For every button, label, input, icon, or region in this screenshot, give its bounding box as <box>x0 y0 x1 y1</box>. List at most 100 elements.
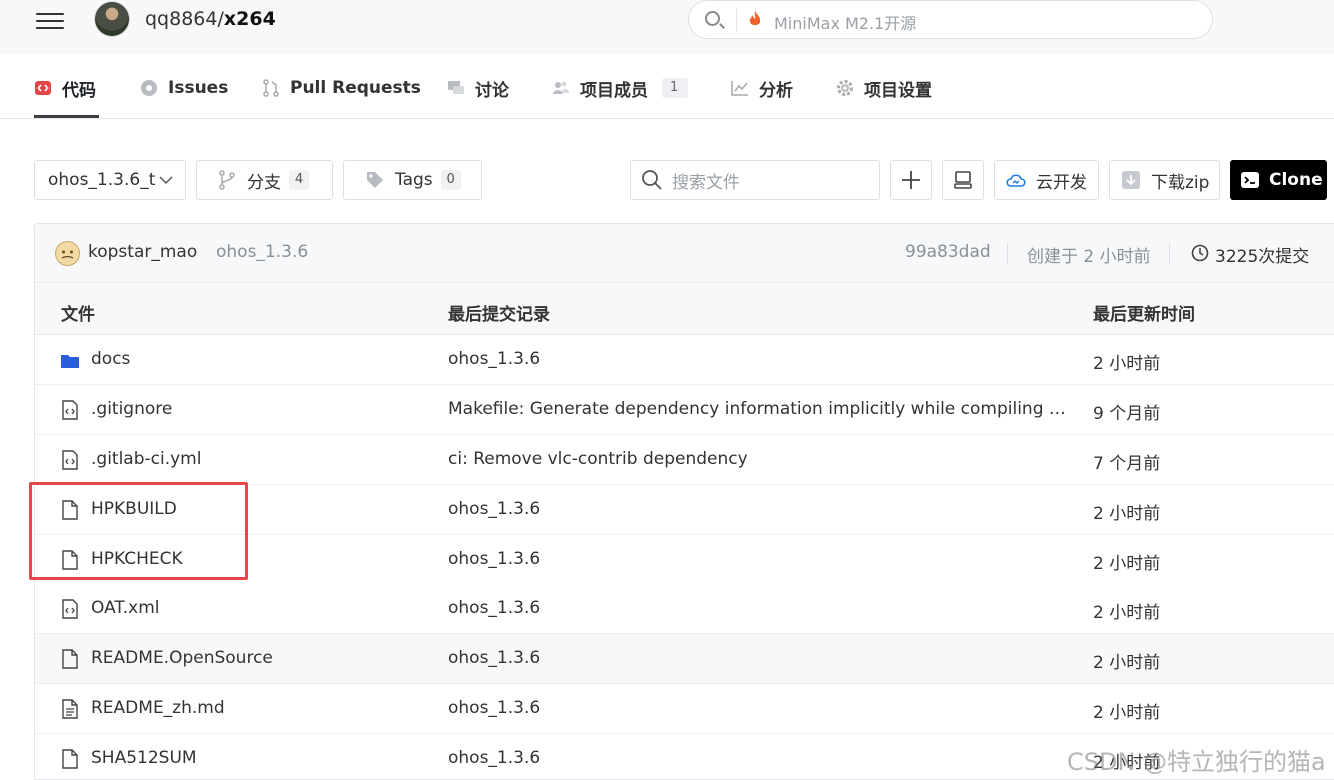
code-file-icon <box>62 599 78 619</box>
divider <box>1169 243 1170 265</box>
clone-button[interactable]: Clone <box>1230 160 1327 200</box>
file-commit-message[interactable]: ohos_1.3.6 <box>448 598 540 618</box>
tags-count-badge: 0 <box>440 170 461 190</box>
new-file-button[interactable] <box>890 160 932 200</box>
tag-icon <box>367 172 383 188</box>
commit-count[interactable]: 3225次提交 <box>1215 242 1309 267</box>
file-commit-message[interactable]: ohos_1.3.6 <box>448 499 540 519</box>
cloud-dev-button[interactable]: 云开发 <box>994 160 1099 200</box>
commit-message[interactable]: ohos_1.3.6 <box>216 242 308 262</box>
top-header: qq8864/x264 MiniMax M2.1开源 <box>0 0 1334 54</box>
col-header-file: 文件 <box>61 305 95 325</box>
file-commit-message[interactable]: Makefile: Generate dependency informatio… <box>448 399 1066 419</box>
branch-icon <box>219 170 235 190</box>
file-name[interactable]: docs <box>91 349 130 369</box>
repo-name[interactable]: x264 <box>224 8 276 30</box>
commit-author[interactable]: kopstar_mao <box>88 242 197 262</box>
col-header-updated: 最后更新时间 <box>1093 305 1195 325</box>
branch-select[interactable]: ohos_1.3.6_t <box>34 160 186 200</box>
commit-created: 创建于 2 小时前 <box>1027 247 1151 267</box>
branch-select-value: ohos_1.3.6_t <box>48 170 156 190</box>
discussion-icon <box>448 81 464 94</box>
file-updated-time: 2 小时前 <box>1093 653 1161 673</box>
file-commit-message[interactable]: ohos_1.3.6 <box>448 549 540 569</box>
file-icon <box>62 649 78 669</box>
search-icon <box>642 170 662 190</box>
author-avatar[interactable] <box>55 241 80 266</box>
fire-icon <box>749 11 761 25</box>
file-name[interactable]: .gitignore <box>91 399 172 419</box>
table-row[interactable]: README.OpenSource ohos_1.3.6 2 小时前 <box>35 634 1334 684</box>
commit-hash[interactable]: 99a83dad <box>905 242 991 262</box>
menu-icon[interactable] <box>36 9 64 33</box>
tab-discussions-label: 讨论 <box>475 80 509 101</box>
tab-issues-label: Issues <box>168 78 229 98</box>
file-updated-time: 7 个月前 <box>1093 454 1161 474</box>
tab-analytics[interactable]: 分析 <box>731 77 793 101</box>
tab-code[interactable]: 代码 <box>34 77 96 101</box>
tab-settings[interactable]: 项目设置 <box>836 77 932 101</box>
code-icon <box>35 81 51 95</box>
terminal-icon <box>1241 172 1259 188</box>
file-commit-message[interactable]: ohos_1.3.6 <box>448 748 540 768</box>
tab-members-label: 项目成员 <box>580 80 648 101</box>
table-row[interactable]: .gitlab-ci.yml ci: Remove vlc-contrib de… <box>35 435 1334 485</box>
members-icon <box>553 81 569 94</box>
download-zip-button[interactable]: 下载zip <box>1109 160 1220 200</box>
desktop-icon <box>954 171 972 189</box>
active-tab-indicator <box>34 115 99 118</box>
table-row[interactable]: README_zh.md ohos_1.3.6 2 小时前 <box>35 684 1334 734</box>
tab-code-label: 代码 <box>62 80 96 101</box>
file-commit-message[interactable]: ohos_1.3.6 <box>448 648 540 668</box>
file-updated-time: 2 小时前 <box>1093 554 1161 574</box>
file-name[interactable]: OAT.xml <box>91 598 160 618</box>
branches-button[interactable]: 分支 4 <box>196 160 333 200</box>
cloud-icon <box>1006 174 1026 187</box>
tab-members[interactable]: 项目成员 1 <box>552 77 688 101</box>
branches-count-badge: 4 <box>289 170 309 190</box>
code-file-icon <box>62 400 78 420</box>
issues-icon <box>141 80 157 96</box>
file-icon <box>62 749 78 769</box>
repo-nav-tabs: 代码 Issues Pull Requests 讨论 项目成员 1 分析 项目设… <box>0 55 1334 119</box>
tags-label: Tags <box>395 170 433 190</box>
file-search-placeholder: 搜索文件 <box>672 172 740 193</box>
code-file-icon <box>62 450 78 470</box>
table-row[interactable]: .gitignore Makefile: Generate dependency… <box>35 385 1334 435</box>
tab-discussions[interactable]: 讨论 <box>447 77 509 101</box>
clock-icon <box>1191 244 1209 262</box>
file-search-input[interactable]: 搜索文件 <box>630 160 880 200</box>
file-name[interactable]: README_zh.md <box>91 698 225 718</box>
annotation-highlight-box <box>29 482 248 580</box>
file-updated-time: 2 小时前 <box>1093 504 1161 524</box>
document-icon <box>62 699 78 719</box>
chevron-down-icon <box>159 176 173 185</box>
repo-path[interactable]: qq8864/x264 <box>145 8 276 30</box>
col-header-last-commit: 最后提交记录 <box>448 305 550 325</box>
file-name[interactable]: .gitlab-ci.yml <box>91 449 201 469</box>
global-search[interactable]: MiniMax M2.1开源 <box>688 0 1213 39</box>
tab-settings-label: 项目设置 <box>864 80 932 101</box>
divider <box>1007 243 1008 265</box>
avatar[interactable] <box>94 1 130 37</box>
file-name[interactable]: README.OpenSource <box>91 648 273 668</box>
tab-issues[interactable]: Issues <box>140 77 228 99</box>
folder-icon <box>61 355 79 368</box>
repo-owner[interactable]: qq8864/ <box>145 8 224 30</box>
file-commit-message[interactable]: ohos_1.3.6 <box>448 698 540 718</box>
pull-request-icon <box>263 79 279 97</box>
desktop-button[interactable] <box>942 160 984 200</box>
search-hint: MiniMax M2.1开源 <box>774 14 917 33</box>
file-commit-message[interactable]: ci: Remove vlc-contrib dependency <box>448 449 748 469</box>
table-row[interactable]: OAT.xml ohos_1.3.6 2 小时前 <box>35 584 1334 634</box>
latest-commit-bar: kopstar_mao ohos_1.3.6 99a83dad 创建于 2 小时… <box>35 224 1334 283</box>
file-commit-message[interactable]: ohos_1.3.6 <box>448 349 540 369</box>
branches-label: 分支 <box>247 172 281 193</box>
file-name[interactable]: SHA512SUM <box>91 748 197 768</box>
tab-pull-requests[interactable]: Pull Requests <box>262 77 421 99</box>
tags-button[interactable]: Tags 0 <box>343 160 482 200</box>
members-count-badge: 1 <box>662 78 688 98</box>
table-row[interactable]: docs ohos_1.3.6 2 小时前 <box>35 335 1334 385</box>
file-updated-time: 9 个月前 <box>1093 404 1161 424</box>
plus-icon <box>902 171 920 189</box>
